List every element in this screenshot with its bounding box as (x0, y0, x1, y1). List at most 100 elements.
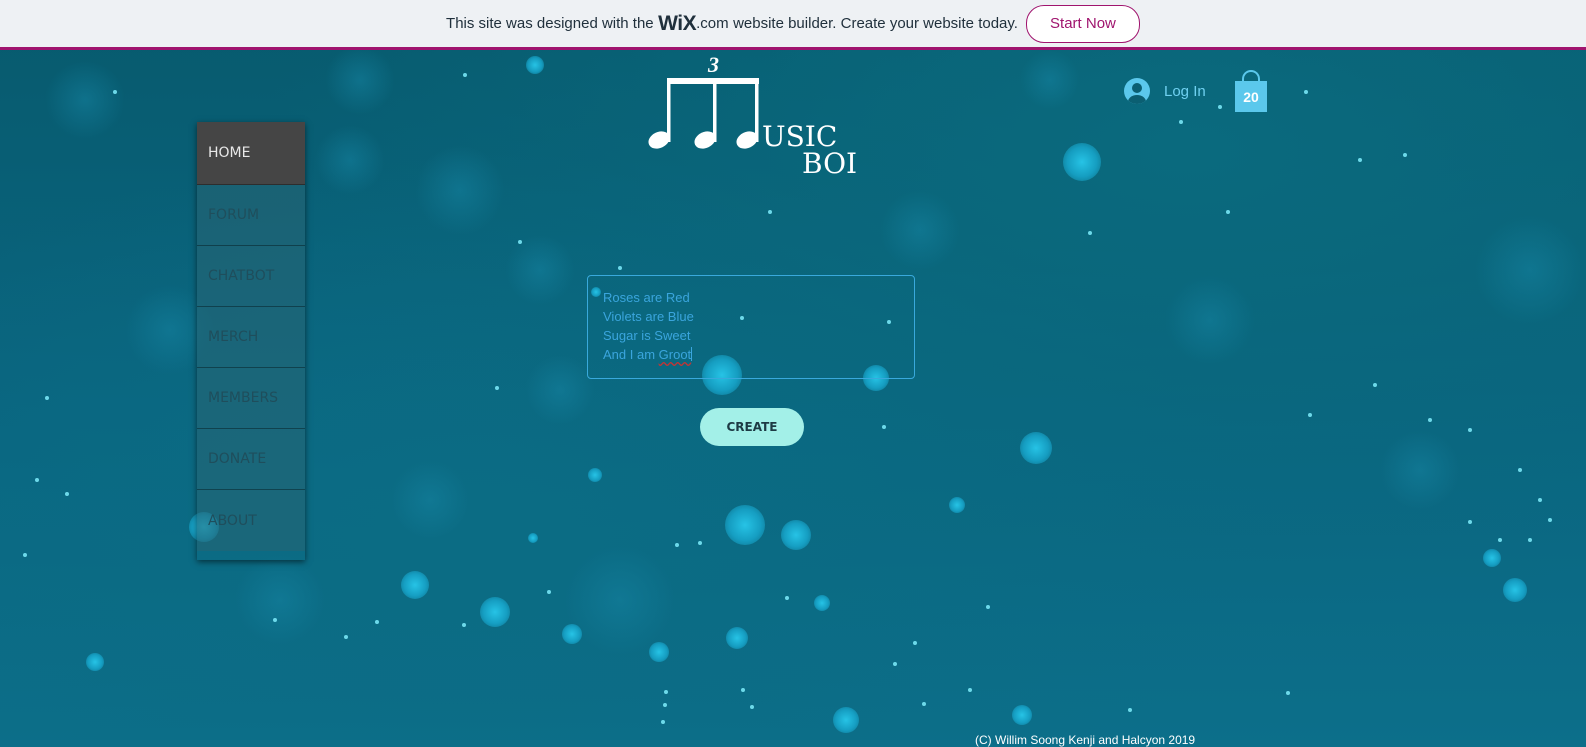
bokeh-particle (741, 688, 745, 692)
banner-text-before: This site was designed with the (446, 15, 654, 32)
bokeh-particle (325, 45, 395, 115)
bokeh-particle (893, 662, 897, 666)
cart-bag: 20 (1235, 81, 1267, 112)
bokeh-particle (526, 56, 544, 74)
bokeh-particle (725, 505, 765, 545)
bokeh-particle (1475, 215, 1585, 325)
bokeh-particle (675, 543, 679, 547)
bokeh-particle (273, 618, 277, 622)
poem-line: Roses are Red (603, 290, 690, 305)
bokeh-particle (768, 210, 772, 214)
bokeh-particle (785, 596, 789, 600)
bokeh-particle (833, 707, 859, 733)
bokeh-particle (1468, 428, 1472, 432)
bokeh-particle (814, 595, 830, 611)
bokeh-particle (1358, 158, 1362, 162)
bokeh-particle (750, 705, 754, 709)
bokeh-particle (1403, 153, 1407, 157)
bokeh-particle (1012, 705, 1032, 725)
nav-item-about[interactable]: ABOUT (197, 490, 305, 551)
wix-promo-banner: This site was designed with the WiX .com… (0, 0, 1586, 50)
bokeh-particle (528, 533, 538, 543)
bokeh-particle (375, 620, 379, 624)
nav-item-merch[interactable]: MERCH (197, 307, 305, 368)
bokeh-particle (463, 73, 467, 77)
bokeh-particle (649, 642, 669, 662)
poem-line-text: And I am (603, 347, 656, 362)
bokeh-particle (1483, 549, 1501, 567)
bokeh-particle (45, 60, 125, 140)
bokeh-particle (588, 468, 602, 482)
bokeh-particle (618, 266, 622, 270)
bokeh-particle (986, 605, 990, 609)
bokeh-particle (1304, 90, 1308, 94)
bokeh-particle (1428, 418, 1432, 422)
bokeh-particle (1538, 498, 1542, 502)
bokeh-particle (726, 627, 748, 649)
bokeh-particle (113, 90, 117, 94)
wix-logo-suffix: .com (696, 15, 729, 32)
bokeh-particle (968, 688, 972, 692)
bokeh-particle (1088, 231, 1092, 235)
bokeh-particle (86, 653, 104, 671)
bokeh-particle (880, 190, 960, 270)
bokeh-particle (1373, 383, 1377, 387)
bokeh-particle (663, 703, 667, 707)
bokeh-particle (462, 623, 466, 627)
nav-item-home[interactable]: HOME (197, 122, 305, 185)
bokeh-particle (65, 492, 69, 496)
bokeh-particle (1218, 105, 1222, 109)
bokeh-particle (1020, 432, 1052, 464)
misspelled-word: Groot (658, 347, 692, 362)
bokeh-particle (1226, 210, 1230, 214)
bokeh-particle (1165, 275, 1255, 365)
bokeh-particle (1498, 538, 1502, 542)
bokeh-particle (1503, 578, 1527, 602)
bokeh-particle (1063, 143, 1101, 181)
bokeh-particle (235, 555, 325, 645)
bokeh-particle (1179, 120, 1183, 124)
logo-text-line2: BOI (802, 147, 858, 180)
bokeh-particle (344, 635, 348, 639)
login-link[interactable]: Log In (1124, 78, 1206, 104)
bokeh-particle (922, 702, 926, 706)
banner-text-after: website builder. Create your website tod… (733, 15, 1018, 32)
bokeh-particle (505, 235, 575, 305)
bokeh-particle (315, 125, 385, 195)
bokeh-particle (1518, 468, 1522, 472)
bokeh-particle (1308, 413, 1312, 417)
cart-button[interactable]: 20 (1234, 70, 1268, 112)
bokeh-particle (1128, 708, 1132, 712)
cart-count-badge: 20 (1243, 88, 1259, 105)
bokeh-particle (401, 571, 429, 599)
sidebar-nav: HOME FORUM CHATBOT MERCH MEMBERS DONATE … (197, 122, 305, 560)
footer-copyright: (C) Willim Soong Kenji and Halcyon 2019 (975, 733, 1196, 747)
poem-text-area[interactable]: Roses are Red Violets are Blue Sugar is … (587, 275, 915, 379)
bokeh-particle (1020, 50, 1080, 110)
login-label: Log In (1164, 82, 1206, 100)
nav-item-members[interactable]: MEMBERS (197, 368, 305, 429)
bokeh-particle (518, 240, 522, 244)
user-avatar-icon (1124, 78, 1150, 104)
bokeh-particle (781, 520, 811, 550)
bokeh-particle (35, 478, 39, 482)
bokeh-particle (1468, 520, 1472, 524)
bokeh-particle (525, 355, 595, 425)
site-logo[interactable]: 3 USIC BOI (645, 52, 865, 182)
create-button[interactable]: CREATE (700, 408, 804, 446)
nav-item-chatbot[interactable]: CHATBOT (197, 246, 305, 307)
bokeh-particle (547, 590, 551, 594)
logo-triplet-mark: 3 (708, 52, 719, 77)
poem-line: Sugar is Sweet (603, 328, 691, 343)
bokeh-particle (661, 720, 665, 724)
bokeh-particle (480, 597, 510, 627)
bokeh-particle (949, 497, 965, 513)
bokeh-particle (23, 553, 27, 557)
bokeh-particle (1528, 538, 1532, 542)
bokeh-particle (1380, 430, 1460, 510)
nav-item-forum[interactable]: FORUM (197, 185, 305, 246)
start-now-button[interactable]: Start Now (1025, 4, 1140, 43)
bokeh-particle (882, 425, 886, 429)
bokeh-particle (913, 641, 917, 645)
nav-item-donate[interactable]: DONATE (197, 429, 305, 490)
